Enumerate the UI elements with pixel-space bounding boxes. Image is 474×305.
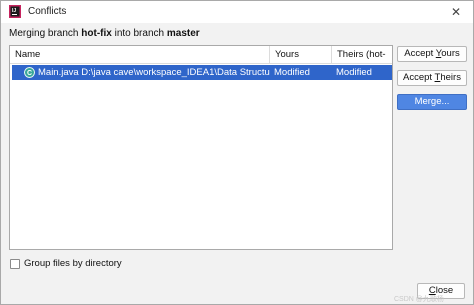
group-by-directory-label: Group files by directory bbox=[24, 258, 122, 269]
accept-theirs-button[interactable]: Accept Theirs bbox=[397, 70, 467, 86]
java-class-icon: C bbox=[24, 67, 35, 78]
group-by-directory-checkbox[interactable] bbox=[10, 259, 20, 269]
table-row[interactable]: C Main.java D:\java cave\workspace_IDEA1… bbox=[12, 65, 392, 80]
table-header: Name Yours (master) Theirs (hot-fix) bbox=[10, 46, 392, 78]
merge-middle: into branch bbox=[111, 28, 167, 39]
intellij-icon: IJ bbox=[9, 5, 21, 18]
conflicts-table[interactable]: Name Yours (master) Theirs (hot-fix) C M… bbox=[9, 45, 393, 250]
svg-text:IJ: IJ bbox=[12, 8, 16, 14]
target-branch: master bbox=[166, 28, 200, 39]
theirs-status-cell: Modified bbox=[336, 67, 372, 78]
column-header-name[interactable]: Name bbox=[10, 46, 270, 64]
accept-yours-button[interactable]: Accept Yours bbox=[397, 46, 467, 62]
title-bar: IJ Conflicts ✕ bbox=[1, 1, 473, 23]
source-branch: hot-fix bbox=[81, 28, 112, 39]
merge-description: Merging branch hot-fix into branch maste… bbox=[9, 28, 200, 39]
watermark: CSDN @九歌杨 bbox=[394, 296, 444, 303]
accept-yours-label-prefix: Accept bbox=[404, 48, 436, 59]
accept-theirs-label-prefix: Accept bbox=[403, 72, 435, 83]
accept-yours-label-suffix: ours bbox=[441, 48, 460, 59]
accept-theirs-label-suffix: heirs bbox=[440, 72, 461, 83]
column-header-yours[interactable]: Yours (master) bbox=[270, 46, 332, 78]
file-name-cell: Main.java D:\java cave\workspace_IDEA1\D… bbox=[38, 67, 270, 78]
conflicts-dialog: IJ Conflicts ✕ Merging branch hot-fix in… bbox=[0, 0, 474, 305]
yours-status-cell: Modified bbox=[274, 67, 310, 78]
window-title: Conflicts bbox=[28, 6, 67, 17]
svg-text:C: C bbox=[27, 70, 32, 77]
merge-prefix: Merging branch bbox=[9, 28, 82, 39]
merge-button[interactable]: Merge... bbox=[397, 94, 467, 110]
close-window-icon[interactable]: ✕ bbox=[445, 2, 467, 22]
column-header-theirs[interactable]: Theirs (hot-fix) bbox=[332, 46, 392, 78]
